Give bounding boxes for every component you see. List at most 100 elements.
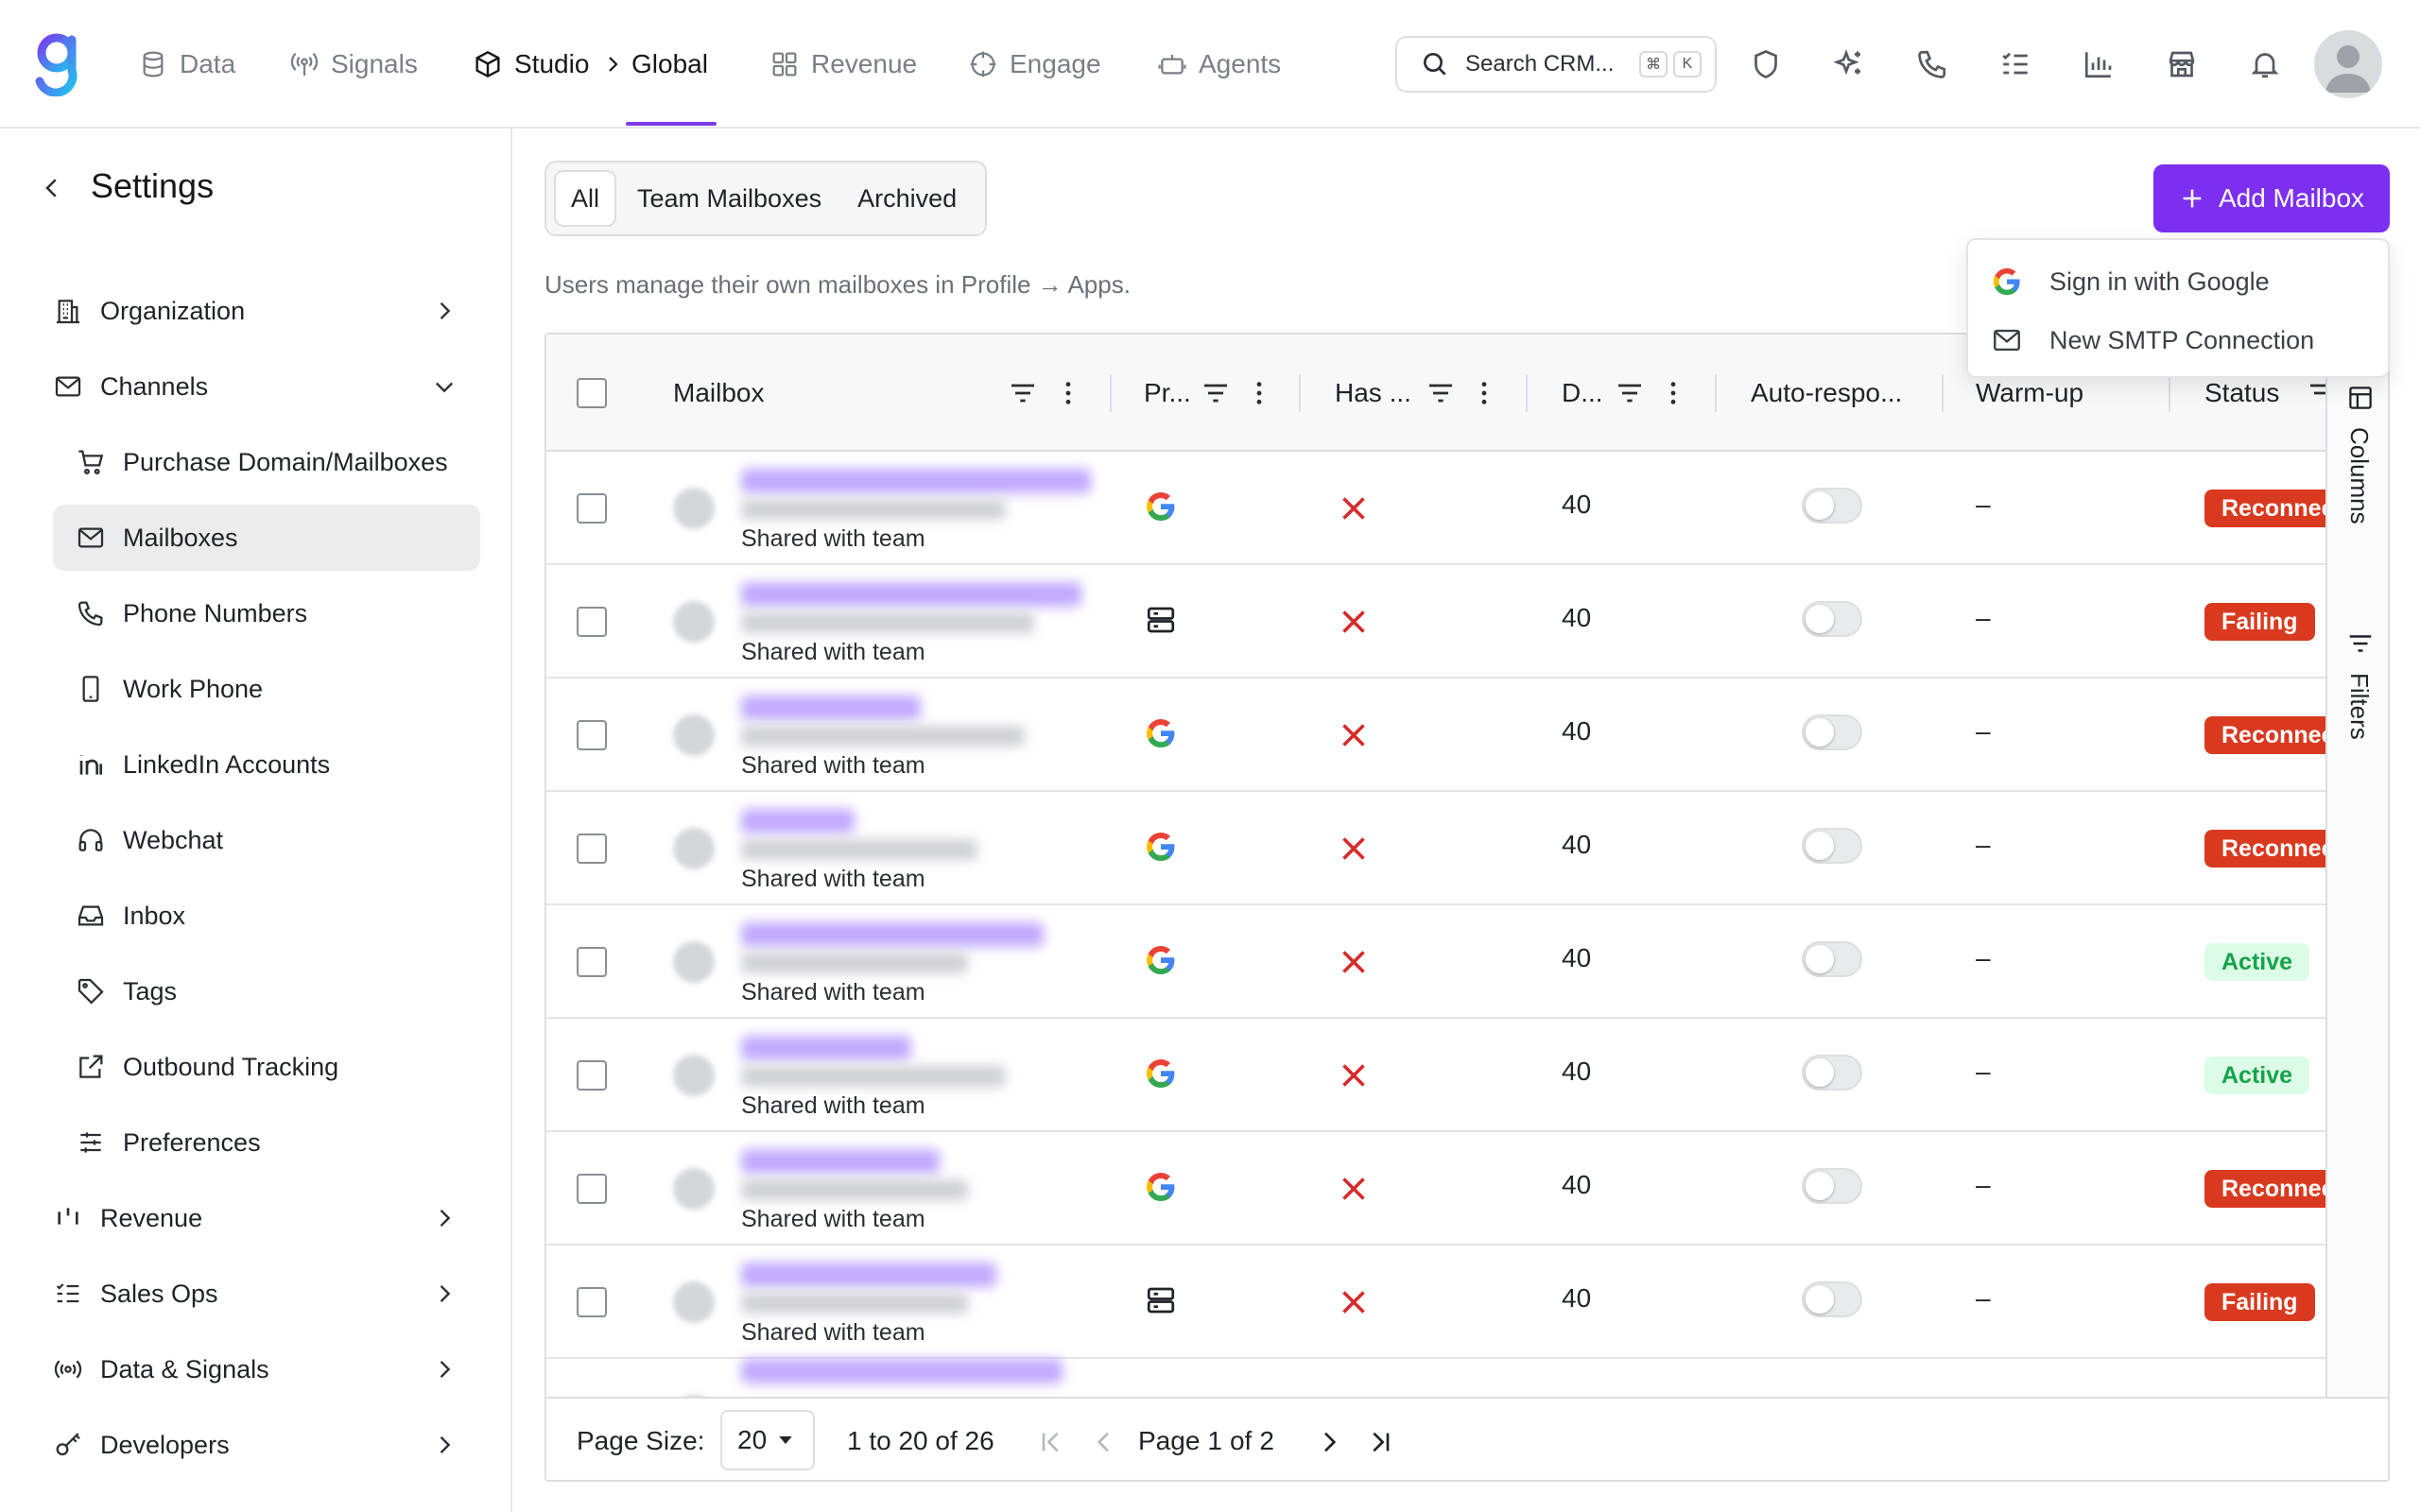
app-logo[interactable] [32,32,85,96]
nav-studio[interactable]: Studio [473,45,589,83]
row-checkbox[interactable] [577,607,607,637]
row-checkbox[interactable] [577,833,607,864]
column-separator[interactable] [1942,374,1944,412]
back-chevron-icon[interactable] [38,174,66,202]
auto-responder-toggle[interactable] [1802,601,1862,637]
table-row[interactable]: Shared with team 40– Reconnect [546,792,2360,905]
sidebar-item-tags[interactable]: Tags [53,958,480,1024]
sidebar-item-channels[interactable]: Channels [53,353,480,420]
table-row[interactable]: Shared with team 40 – Active [546,905,2325,1019]
bell-icon[interactable] [2248,47,2282,81]
column-menu-icon[interactable] [1469,378,1499,408]
column-separator[interactable] [1299,374,1301,412]
table-row[interactable]: Shared with team 40– Reconnect [546,679,2360,792]
sidebar-item-revenue[interactable]: Revenue [53,1185,480,1251]
row-checkbox[interactable] [577,1174,607,1204]
sidebar-item-linkedin[interactable]: LinkedIn Accounts [53,731,480,798]
sidebar-item-outbound-tracking[interactable]: Outbound Tracking [53,1034,480,1100]
filters-panel-toggle[interactable]: Filters [2344,673,2374,740]
user-avatar[interactable] [2314,30,2382,98]
cube-icon [475,50,500,78]
auto-responder-toggle[interactable] [1802,1055,1862,1091]
sparkles-icon[interactable] [1832,47,1866,81]
column-header-auto-responder[interactable]: Auto-respo... [1751,335,1902,452]
filter-icon[interactable] [2310,378,2325,408]
table-row[interactable]: Shared with team 40 – Failing [546,1246,2325,1359]
external-link-icon [79,1055,103,1078]
sidebar-item-label: LinkedIn Accounts [123,749,331,779]
table-row[interactable]: Shared with team 40 – Active [546,1019,2325,1132]
column-separator[interactable] [1715,374,1717,412]
warm-up-value: – [1976,1170,1991,1199]
list-check-icon [56,1283,79,1303]
search-crm[interactable]: Search CRM... ⌘ K [1395,36,1717,93]
store-icon[interactable] [2165,47,2199,81]
row-checkbox[interactable] [577,1060,607,1091]
sidebar-item-purchase-domain[interactable]: Purchase Domain/Mailboxes [53,429,480,495]
columns-panel-toggle[interactable]: Columns [2344,427,2374,524]
auto-responder-toggle[interactable] [1802,941,1862,977]
auto-responder-toggle[interactable] [1802,1168,1862,1204]
table-row[interactable]: Shared with team 40– Reconnect [546,452,2360,565]
sidebar-item-developers[interactable]: Developers [53,1412,480,1478]
table-row[interactable]: Shared with team 40– Reconnect [546,1132,2360,1246]
redacted-mailbox-name [741,922,1044,947]
nav-data[interactable]: Data [138,45,235,83]
row-checkbox[interactable] [577,947,607,977]
row-checkbox[interactable] [577,1287,607,1317]
sidebar-item-preferences[interactable]: Preferences [53,1109,480,1176]
column-separator[interactable] [1110,374,1112,412]
column-header-has[interactable]: Has ... [1335,335,1411,452]
nav-global[interactable]: Global [631,45,708,83]
sidebar-item-sales-ops[interactable]: Sales Ops [53,1261,480,1327]
column-header-daily[interactable]: D... [1562,335,1603,452]
auto-responder-toggle[interactable] [1802,488,1862,524]
tab-archived[interactable]: Archived [842,170,972,227]
filter-icon[interactable] [1426,378,1456,408]
column-separator[interactable] [2169,374,2170,412]
sidebar-item-inbox[interactable]: Inbox [53,883,480,949]
filter-icon[interactable] [1008,378,1038,408]
add-mailbox-button[interactable]: Add Mailbox [2153,164,2390,232]
tab-all[interactable]: All [554,170,617,227]
nav-engage[interactable]: Engage [968,45,1101,83]
filter-icon[interactable] [1201,378,1231,408]
filter-lines-icon[interactable] [2346,629,2375,658]
filter-icon[interactable] [1615,378,1645,408]
auto-responder-toggle[interactable] [1802,714,1862,750]
analytics-icon[interactable] [2082,47,2116,81]
nav-agents[interactable]: Agents [1157,45,1281,83]
previous-page-icon[interactable] [1089,1427,1119,1457]
phone-icon[interactable] [1915,47,1949,81]
sidebar-item-webchat[interactable]: Webchat [53,807,480,873]
table-row[interactable]: Shared with team 40 – Failing [546,565,2325,679]
column-menu-icon[interactable] [1053,378,1083,408]
menu-item-google-sign-in[interactable]: Sign in with Google [1991,261,2270,302]
last-page-icon[interactable] [1365,1427,1395,1457]
page-size-select[interactable]: 20 [720,1410,815,1470]
nav-revenue[interactable]: Revenue [769,45,917,83]
sidebar-item-phone-numbers[interactable]: Phone Numbers [53,580,480,646]
column-separator[interactable] [1526,374,1528,412]
column-header-mailbox[interactable]: Mailbox [673,335,764,452]
sidebar-item-organization[interactable]: Organization [53,278,480,344]
column-menu-icon[interactable] [1244,378,1274,408]
tab-team-mailboxes[interactable]: Team Mailboxes [622,170,837,227]
row-checkbox[interactable] [577,720,607,750]
auto-responder-toggle[interactable] [1802,1281,1862,1317]
auto-responder-toggle[interactable] [1802,828,1862,864]
column-menu-icon[interactable] [1658,378,1688,408]
tasks-icon[interactable] [1998,47,2032,81]
sidebar-item-mailboxes[interactable]: Mailboxes [53,505,480,571]
select-all-checkbox[interactable] [577,378,607,408]
sidebar-item-data-signals[interactable]: Data & Signals [53,1336,480,1402]
row-checkbox[interactable] [577,493,607,524]
menu-item-smtp-connection[interactable]: New SMTP Connection [1991,319,2314,361]
columns-icon[interactable] [2346,384,2375,412]
next-page-icon[interactable] [1314,1427,1344,1457]
column-header-provider[interactable]: Pr... [1144,335,1191,452]
sidebar-item-work-phone[interactable]: Work Phone [53,656,480,722]
shield-icon[interactable] [1749,47,1783,81]
first-page-icon[interactable] [1036,1427,1066,1457]
nav-signals[interactable]: Signals [289,45,418,83]
